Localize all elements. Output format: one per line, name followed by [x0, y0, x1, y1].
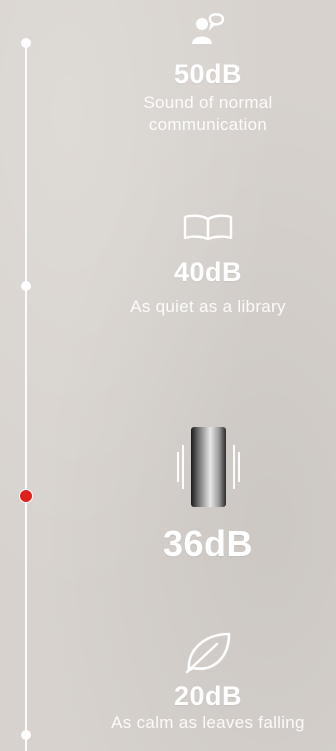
vibrating-device-icon — [158, 427, 258, 507]
speech-bubble-person-icon — [80, 12, 336, 46]
description-line: communication — [148, 115, 268, 134]
leaf-icon — [80, 630, 336, 674]
timeline-dot-36db-active — [19, 489, 33, 503]
level-40db: 40dB As quiet as a library — [80, 214, 336, 318]
db-value: 20dB — [173, 681, 243, 711]
timeline-line — [25, 42, 27, 751]
timeline-dot-50db — [21, 38, 31, 48]
timeline-dot-40db — [21, 281, 31, 291]
level-20db: 20dB As calm as leaves falling — [80, 630, 336, 734]
timeline-dot-20db — [21, 730, 31, 740]
description-line: As quiet as a library — [130, 297, 286, 316]
open-book-icon — [80, 214, 336, 242]
description-line: Sound of normal — [143, 93, 273, 112]
level-50db: 50dB Sound of normal communication — [80, 12, 336, 136]
db-value: 50dB — [173, 59, 243, 89]
level-36db: 36dB — [80, 427, 336, 565]
db-value: 40dB — [173, 257, 243, 287]
db-value-active: 36dB — [162, 523, 254, 564]
description-line: As calm as leaves falling — [111, 713, 305, 732]
